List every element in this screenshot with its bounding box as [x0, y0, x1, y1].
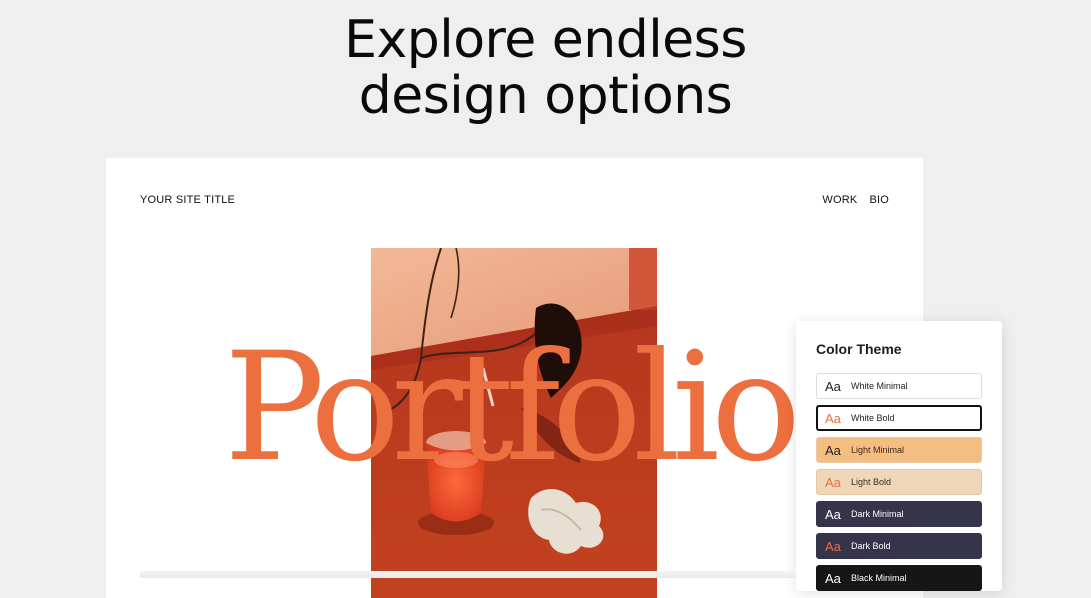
theme-option-light-bold[interactable]: Aa Light Bold [816, 469, 982, 495]
theme-sample-glyph: Aa [825, 570, 841, 586]
theme-sample-glyph: Aa [825, 538, 841, 554]
theme-sample-glyph: Aa [825, 378, 841, 394]
theme-option-dark-minimal[interactable]: Aa Dark Minimal [816, 501, 982, 527]
theme-option-label: Dark Bold [851, 541, 891, 551]
theme-option-label: Black Minimal [851, 573, 907, 583]
site-title[interactable]: YOUR SITE TITLE [140, 194, 235, 206]
headline-line-2: design options [358, 66, 733, 126]
theme-option-dark-bold[interactable]: Aa Dark Bold [816, 533, 982, 559]
color-theme-panel: Color Theme Aa White Minimal Aa White Bo… [796, 321, 1002, 591]
hero-portfolio-wordmark: Portfolio [224, 321, 801, 495]
theme-option-label: White Bold [851, 413, 895, 423]
theme-sample-glyph: Aa [825, 474, 841, 490]
bottom-overlay-edge [140, 571, 796, 578]
theme-sample-glyph: Aa [825, 506, 841, 522]
nav-link-bio[interactable]: BIO [869, 194, 889, 206]
color-theme-list: Aa White Minimal Aa White Bold Aa Light … [816, 373, 982, 597]
headline-line-1: Explore endless [344, 10, 747, 70]
theme-option-label: Light Minimal [851, 445, 905, 455]
site-nav: WORK BIO [822, 194, 889, 206]
theme-option-white-bold[interactable]: Aa White Bold [816, 405, 982, 431]
theme-option-light-minimal[interactable]: Aa Light Minimal [816, 437, 982, 463]
color-theme-panel-title: Color Theme [816, 341, 902, 357]
theme-option-label: Dark Minimal [851, 509, 904, 519]
theme-option-black-minimal[interactable]: Aa Black Minimal [816, 565, 982, 591]
page-headline: Explore endless design options [0, 12, 1091, 124]
theme-option-white-minimal[interactable]: Aa White Minimal [816, 373, 982, 399]
theme-option-label: White Minimal [851, 381, 908, 391]
nav-link-work[interactable]: WORK [822, 194, 857, 206]
theme-sample-glyph: Aa [825, 442, 841, 458]
theme-sample-glyph: Aa [825, 410, 841, 426]
theme-option-label: Light Bold [851, 477, 892, 487]
